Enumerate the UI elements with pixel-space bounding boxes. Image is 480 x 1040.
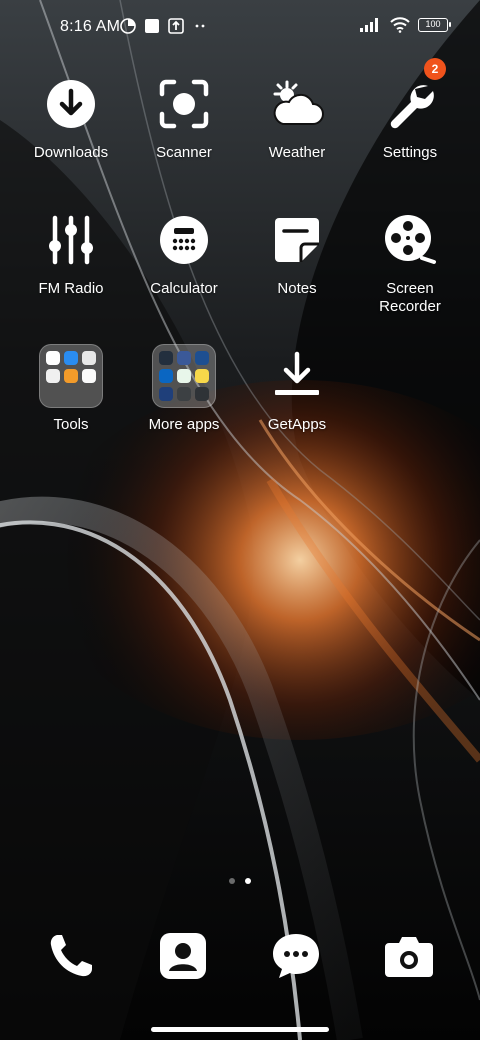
wrench-icon <box>390 85 434 129</box>
square-notification-icon <box>145 19 159 33</box>
status-time: 8:16 AM <box>60 18 121 35</box>
folder-app-icon <box>46 369 60 383</box>
app-label: Settings <box>382 144 438 161</box>
phone-icon <box>50 935 92 977</box>
folder-app-icon <box>159 387 173 401</box>
folder-app-icon <box>177 369 191 383</box>
notes-icon <box>275 218 319 262</box>
camera-icon <box>385 937 433 977</box>
app-calculator[interactable]: Calculator <box>128 208 240 298</box>
app-label: FM Radio <box>38 280 104 297</box>
signal-icon <box>360 18 378 32</box>
app-label: Scanner <box>156 144 212 161</box>
dock-contacts[interactable] <box>155 928 211 984</box>
folder-app-icon <box>177 387 191 401</box>
app-downloads[interactable]: Downloads <box>15 72 127 162</box>
page-dot-active[interactable] <box>245 878 251 884</box>
page-dot[interactable] <box>229 878 235 884</box>
messages-icon <box>273 934 319 978</box>
battery-icon: 100 <box>418 18 451 32</box>
dock-camera[interactable] <box>381 928 437 984</box>
calculator-icon <box>160 216 208 264</box>
app-settings[interactable]: 2 Settings <box>354 58 466 162</box>
app-scanner[interactable]: Scanner <box>128 72 240 162</box>
upload-notification-icon <box>168 18 184 34</box>
contacts-icon <box>160 933 206 979</box>
folder-app-icon <box>64 369 78 383</box>
status-bar: 8:16 AM 100 <box>0 0 480 56</box>
data-saver-icon <box>120 18 136 34</box>
folder-app-icon <box>82 351 96 365</box>
dock-phone[interactable] <box>43 928 99 984</box>
app-label: Weather <box>268 144 326 161</box>
app-label: Calculator <box>150 280 218 297</box>
getapps-icon <box>275 351 319 395</box>
folder-tools[interactable]: Tools <box>15 344 127 434</box>
app-label: Tools <box>53 416 89 433</box>
folder-app-icon <box>195 387 209 401</box>
app-label: More apps <box>148 416 220 433</box>
app-fm-radio[interactable]: FM Radio <box>15 208 127 298</box>
scanner-icon <box>159 79 209 129</box>
folder-app-icon <box>195 369 209 383</box>
folder-icon <box>39 344 103 408</box>
sliders-icon <box>49 215 93 265</box>
app-label: Downloads <box>33 144 109 161</box>
notification-badge: 2 <box>424 58 446 80</box>
folder-app-icon <box>159 351 173 365</box>
app-label: Screen Recorder <box>379 280 441 315</box>
wifi-icon <box>390 17 410 33</box>
film-reel-icon <box>385 215 436 264</box>
app-notes[interactable]: Notes <box>241 208 353 298</box>
app-label: Notes <box>277 280 317 297</box>
app-label: GetApps <box>267 416 327 433</box>
app-weather[interactable]: Weather <box>241 72 353 162</box>
system-icons: 100 <box>360 17 451 33</box>
more-dots-icon <box>195 24 205 28</box>
home-indicator[interactable] <box>151 1027 329 1032</box>
folder-app-icon <box>46 351 60 365</box>
weather-icon <box>273 80 324 125</box>
folder-app-icon <box>177 351 191 365</box>
folder-app-icon <box>82 369 96 383</box>
app-screen-recorder[interactable]: Screen Recorder <box>354 208 466 316</box>
app-getapps[interactable]: GetApps <box>241 344 353 434</box>
folder-app-icon <box>195 351 209 365</box>
folder-icon <box>152 344 216 408</box>
dock-messages[interactable] <box>268 928 324 984</box>
folder-app-icon <box>64 351 78 365</box>
page-indicator[interactable] <box>0 878 480 884</box>
dock <box>0 928 480 988</box>
folder-more-apps[interactable]: More apps <box>128 344 240 434</box>
folder-app-icon <box>159 369 173 383</box>
download-icon <box>47 80 95 128</box>
battery-level: 100 <box>425 19 441 29</box>
notification-icons <box>120 18 208 34</box>
